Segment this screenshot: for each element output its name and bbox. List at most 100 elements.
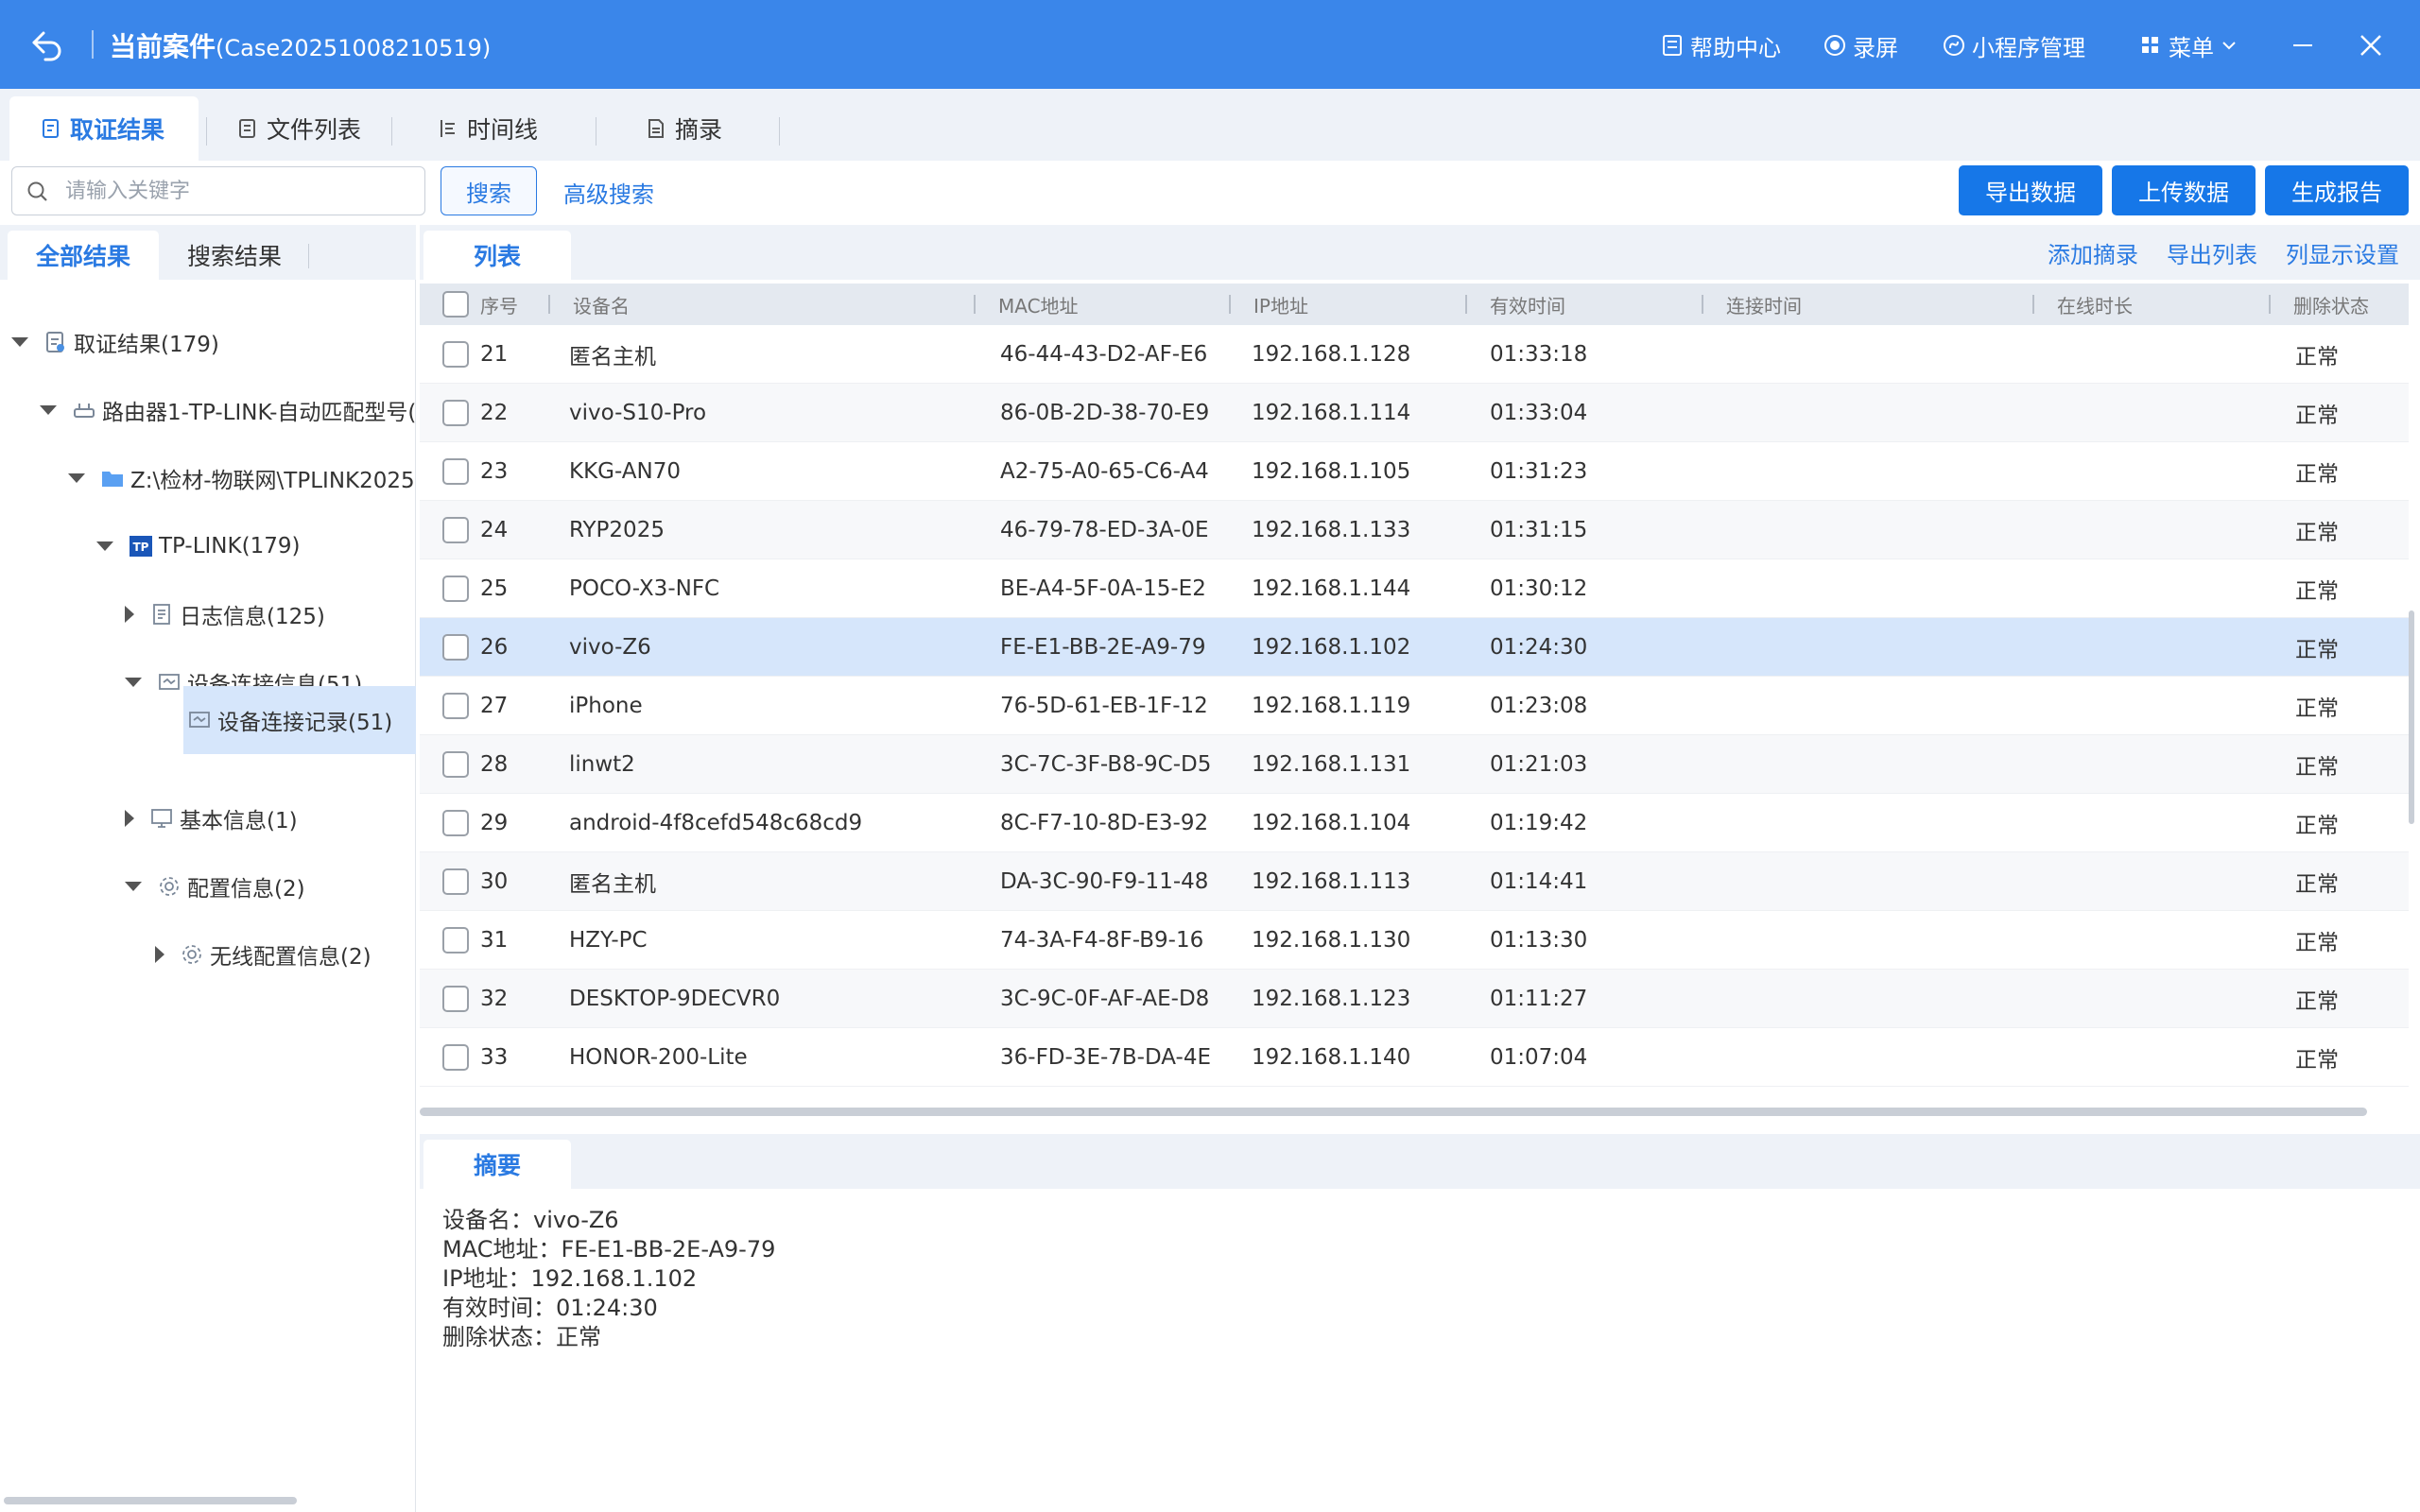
row-checkbox[interactable] <box>442 341 469 368</box>
column-divider[interactable] <box>1229 295 1231 314</box>
table-row[interactable]: 29 android-4f8cefd548c68cd9 8C-F7-10-8D-E3… <box>420 794 2409 852</box>
table-row[interactable]: 24 RYP2025 46-79-78-ED-3A-0E 192.168.1.133 0… <box>420 501 2409 559</box>
case-id: (Case20251008210519) <box>216 35 492 61</box>
expand-arrow-icon[interactable] <box>96 541 113 551</box>
column-settings-link[interactable]: 列显示设置 <box>2286 236 2399 269</box>
miniprogram-button[interactable]: 小程序管理 <box>1942 28 2085 62</box>
cell-ip: 192.168.1.113 <box>1252 869 1411 894</box>
expand-arrow-icon[interactable] <box>125 810 134 827</box>
row-checkbox[interactable] <box>442 868 469 895</box>
expand-arrow-icon[interactable] <box>125 606 134 623</box>
column-divider[interactable] <box>974 295 976 314</box>
left-horizontal-scrollbar[interactable] <box>4 1497 297 1504</box>
export-data-button[interactable]: 导出数据 <box>1959 165 2102 215</box>
table-row[interactable]: 27 iPhone 76-5D-61-EB-1F-12 192.168.1.119 01… <box>420 677 2409 735</box>
header-mac[interactable]: MAC地址 <box>998 284 1079 325</box>
generate-report-button[interactable]: 生成报告 <box>2265 165 2409 215</box>
add-excerpt-link[interactable]: 添加摘录 <box>2048 236 2138 269</box>
tree-node-log-info[interactable]: 日志信息(125) <box>125 584 416 644</box>
column-divider[interactable] <box>2269 295 2271 314</box>
tree-node-folder[interactable]: Z:\检材-物联网\TPLINK2025071 <box>68 448 416 508</box>
tab-file-list[interactable]: 文件列表 <box>206 96 391 161</box>
cell-index: 24 <box>480 518 509 542</box>
row-checkbox[interactable] <box>442 517 469 543</box>
table-row[interactable]: 31 HZY-PC 74-3A-F4-8F-B9-16 192.168.1.130 01… <box>420 911 2409 970</box>
search-button[interactable]: 搜索 <box>441 166 537 215</box>
table-row[interactable]: 26 vivo-Z6 FE-E1-BB-2E-A9-79 192.168.1.102 0… <box>420 618 2409 677</box>
tab-divider <box>308 244 309 268</box>
column-divider[interactable] <box>548 295 550 314</box>
tab-search-results[interactable]: 搜索结果 <box>159 231 310 280</box>
cell-delete-status: 正常 <box>2295 521 2339 545</box>
table-row[interactable]: 25 POCO-X3-NFC BE-A4-5F-0A-15-E2 192.168.1.… <box>420 559 2409 618</box>
cell-delete-status: 正常 <box>2295 755 2339 780</box>
help-center-button[interactable]: 帮助中心 <box>1660 28 1781 62</box>
advanced-search-link[interactable]: 高级搜索 <box>563 176 654 209</box>
tree-node-connection-record[interactable]: 设备连接记录(51) <box>183 686 416 754</box>
row-checkbox[interactable] <box>442 1044 469 1071</box>
chevron-down-icon <box>2222 42 2236 50</box>
table-row[interactable]: 28 linwt2 3C-7C-3F-B8-9C-D5 192.168.1.131 01… <box>420 735 2409 794</box>
tab-timeline[interactable]: 时间线 <box>406 96 573 161</box>
table-row[interactable]: 33 HONOR-200-Lite 36-FD-3E-7B-DA-4E 192.168… <box>420 1028 2409 1087</box>
row-checkbox[interactable] <box>442 400 469 426</box>
tree-node-config-info[interactable]: 配置信息(2) <box>125 856 416 917</box>
expand-arrow-icon[interactable] <box>11 337 28 347</box>
row-checkbox[interactable] <box>442 458 469 485</box>
table-row[interactable]: 32 DESKTOP-9DECVR0 3C-9C-0F-AF-AE-D8 192.16… <box>420 970 2409 1028</box>
expand-arrow-icon[interactable] <box>40 405 57 415</box>
table-row[interactable]: 21 匿名主机 46-44-43-D2-AF-E6 192.168.1.128 01:3… <box>420 325 2409 384</box>
tab-excerpt[interactable]: 摘录 <box>614 96 766 161</box>
header-delete-status[interactable]: 删除状态 <box>2293 284 2369 325</box>
row-checkbox[interactable] <box>442 986 469 1012</box>
tab-forensic-results[interactable]: 取证结果 <box>9 96 199 161</box>
expand-arrow-icon[interactable] <box>155 946 164 963</box>
row-checkbox[interactable] <box>442 751 469 778</box>
row-checkbox[interactable] <box>442 693 469 719</box>
select-all-checkbox[interactable] <box>442 291 469 318</box>
table-horizontal-scrollbar[interactable] <box>420 1108 2367 1116</box>
tree-node-tplink[interactable]: TP TP-LINK(179) <box>96 516 416 576</box>
minimize-icon[interactable] <box>2284 26 2322 64</box>
cell-delete-status: 正常 <box>2295 931 2339 955</box>
cell-valid-time: 01:33:04 <box>1490 401 1588 425</box>
expand-arrow-icon[interactable] <box>68 473 85 483</box>
tab-all-results[interactable]: 全部结果 <box>8 231 159 280</box>
expand-arrow-icon[interactable] <box>125 678 142 687</box>
cell-device-name: 匿名主机 <box>569 345 656 369</box>
expand-arrow-icon[interactable] <box>125 882 142 891</box>
tab-summary[interactable]: 摘要 <box>424 1140 571 1189</box>
tree-node-router[interactable]: 路由器1-TP-LINK-自动匹配型号(1 <box>40 380 416 440</box>
cell-valid-time: 01:19:42 <box>1490 811 1588 835</box>
close-icon[interactable] <box>2352 26 2390 64</box>
cell-delete-status: 正常 <box>2295 696 2339 721</box>
header-index[interactable]: 序号 <box>480 284 518 325</box>
upload-data-button[interactable]: 上传数据 <box>2112 165 2256 215</box>
table-row[interactable]: 30 匿名主机 DA-3C-90-F9-11-48 192.168.1.113 01:1… <box>420 852 2409 911</box>
back-icon[interactable] <box>28 26 66 63</box>
search-input[interactable] <box>65 175 415 207</box>
row-checkbox[interactable] <box>442 634 469 661</box>
column-divider[interactable] <box>1702 295 1703 314</box>
column-divider[interactable] <box>1465 295 1467 314</box>
export-list-link[interactable]: 导出列表 <box>2167 236 2257 269</box>
tree-node-basic-info[interactable]: 基本信息(1) <box>125 788 416 849</box>
header-connect-time[interactable]: 连接时间 <box>1726 284 1802 325</box>
row-checkbox[interactable] <box>442 810 469 836</box>
record-screen-button[interactable]: 录屏 <box>1823 28 1898 62</box>
tab-list[interactable]: 列表 <box>424 231 571 280</box>
table-row[interactable]: 22 vivo-S10-Pro 86-0B-2D-38-70-E9 192.168.1… <box>420 384 2409 442</box>
tree-node-results[interactable]: 取证结果(179) <box>11 312 416 372</box>
table-row[interactable]: 23 KKG-AN70 A2-75-A0-65-C6-A4 192.168.1.105… <box>420 442 2409 501</box>
row-checkbox[interactable] <box>442 576 469 602</box>
table-vertical-scrollbar[interactable] <box>2409 610 2414 824</box>
header-valid-time[interactable]: 有效时间 <box>1490 284 1565 325</box>
row-checkbox[interactable] <box>442 927 469 954</box>
header-ip[interactable]: IP地址 <box>1253 284 1308 325</box>
header-device-name[interactable]: 设备名 <box>573 284 630 325</box>
menu-button[interactable]: 菜单 <box>2138 28 2238 62</box>
header-online-duration[interactable]: 在线时长 <box>2057 284 2133 325</box>
cell-device-name: linwt2 <box>569 752 635 777</box>
tree-node-wireless-config[interactable]: 无线配置信息(2) <box>155 924 416 985</box>
column-divider[interactable] <box>2032 295 2034 314</box>
